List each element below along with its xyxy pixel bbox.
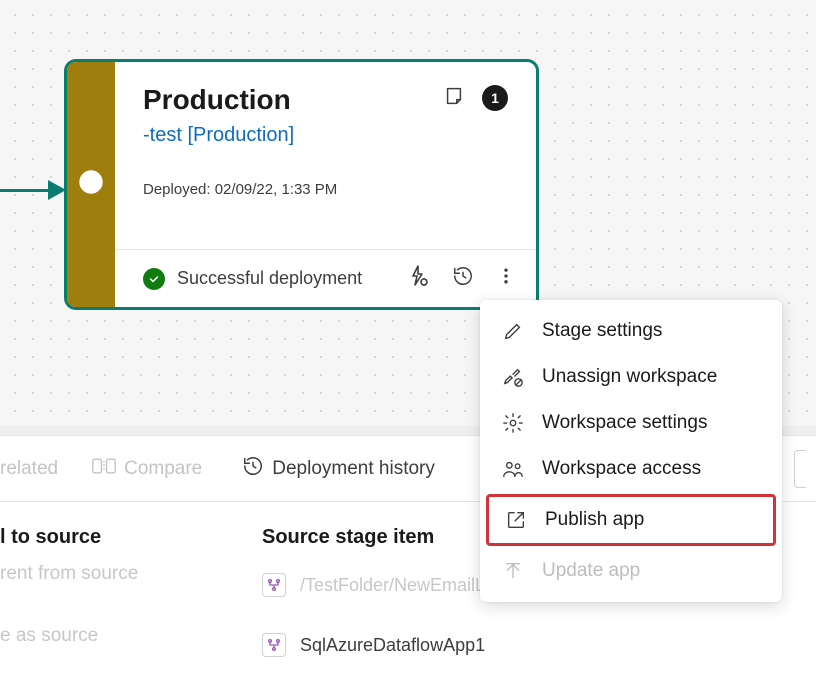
menu-update-app: Update app bbox=[486, 548, 776, 594]
pen-cancel-icon bbox=[502, 366, 524, 388]
menu-unassign-workspace[interactable]: Unassign workspace bbox=[486, 354, 776, 400]
item-count-badge[interactable]: 1 bbox=[482, 85, 508, 111]
menu-workspace-settings[interactable]: Workspace settings bbox=[486, 400, 776, 446]
workspace-link[interactable]: -test [Production] bbox=[143, 124, 508, 147]
toolbar-history-label: Deployment history bbox=[272, 458, 435, 480]
toolbar-compare-label: Compare bbox=[124, 458, 202, 480]
people-icon bbox=[502, 458, 524, 480]
dataflow-icon bbox=[262, 573, 286, 597]
list-item[interactable]: SqlAzureDataflowApp1 bbox=[262, 623, 816, 667]
left-row-1: rent from source bbox=[0, 563, 262, 585]
stage-footer: Successful deployment bbox=[115, 249, 536, 307]
stage-context-menu: Stage settings Unassign workspace Worksp… bbox=[480, 300, 782, 602]
compare-icon bbox=[92, 456, 116, 482]
menu-label: Unassign workspace bbox=[542, 366, 717, 388]
stage-top: Production 1 -test [P bbox=[115, 62, 536, 249]
left-row-2: e as source bbox=[0, 625, 262, 647]
more-button[interactable] bbox=[496, 266, 516, 291]
more-vertical-icon bbox=[496, 266, 516, 291]
col-compared-to-source: l to source rent from source e as source bbox=[0, 526, 262, 667]
stage-card-production[interactable]: Production 1 -test [P bbox=[64, 59, 539, 310]
footer-actions bbox=[406, 264, 516, 293]
refresh-circle-icon bbox=[78, 169, 104, 200]
stage-header-row: Production 1 bbox=[143, 84, 508, 116]
menu-label: Stage settings bbox=[542, 320, 662, 342]
gear-icon bbox=[502, 412, 524, 434]
deployed-timestamp: Deployed: 02/09/22, 1:33 PM bbox=[143, 181, 508, 198]
history-icon bbox=[242, 455, 264, 483]
open-external-icon bbox=[505, 509, 527, 531]
deploy-button[interactable] bbox=[406, 264, 430, 293]
pencil-icon bbox=[502, 320, 524, 342]
toolbar-right-button[interactable] bbox=[794, 450, 806, 488]
toolbar-related-label: related bbox=[0, 458, 58, 480]
stage-title: Production bbox=[143, 84, 291, 116]
menu-stage-settings[interactable]: Stage settings bbox=[486, 308, 776, 354]
stage-body: Production 1 -test [P bbox=[115, 62, 536, 307]
status-text: Successful deployment bbox=[177, 268, 394, 289]
menu-workspace-access[interactable]: Workspace access bbox=[486, 446, 776, 492]
toolbar-history[interactable]: Deployment history bbox=[242, 455, 435, 483]
success-icon bbox=[143, 268, 165, 290]
item-name: SqlAzureDataflowApp1 bbox=[300, 635, 485, 656]
note-button[interactable] bbox=[440, 84, 468, 112]
menu-publish-app[interactable]: Publish app bbox=[486, 494, 776, 546]
arrow-up-icon bbox=[502, 560, 524, 582]
col-header-left: l to source bbox=[0, 526, 262, 549]
menu-label: Publish app bbox=[545, 509, 644, 531]
note-icon bbox=[443, 85, 465, 112]
stage-stripe bbox=[67, 62, 115, 307]
history-icon bbox=[452, 265, 474, 292]
toolbar-related: related bbox=[0, 458, 58, 480]
stage-header-actions: 1 bbox=[440, 84, 508, 112]
menu-label: Workspace settings bbox=[542, 412, 707, 434]
lightning-gear-icon bbox=[406, 264, 430, 293]
item-name: /TestFolder/NewEmailL bbox=[300, 575, 485, 596]
menu-label: Update app bbox=[542, 560, 640, 582]
dataflow-icon bbox=[262, 633, 286, 657]
menu-label: Workspace access bbox=[542, 458, 701, 480]
toolbar-compare: Compare bbox=[92, 456, 202, 482]
history-button[interactable] bbox=[452, 265, 474, 292]
